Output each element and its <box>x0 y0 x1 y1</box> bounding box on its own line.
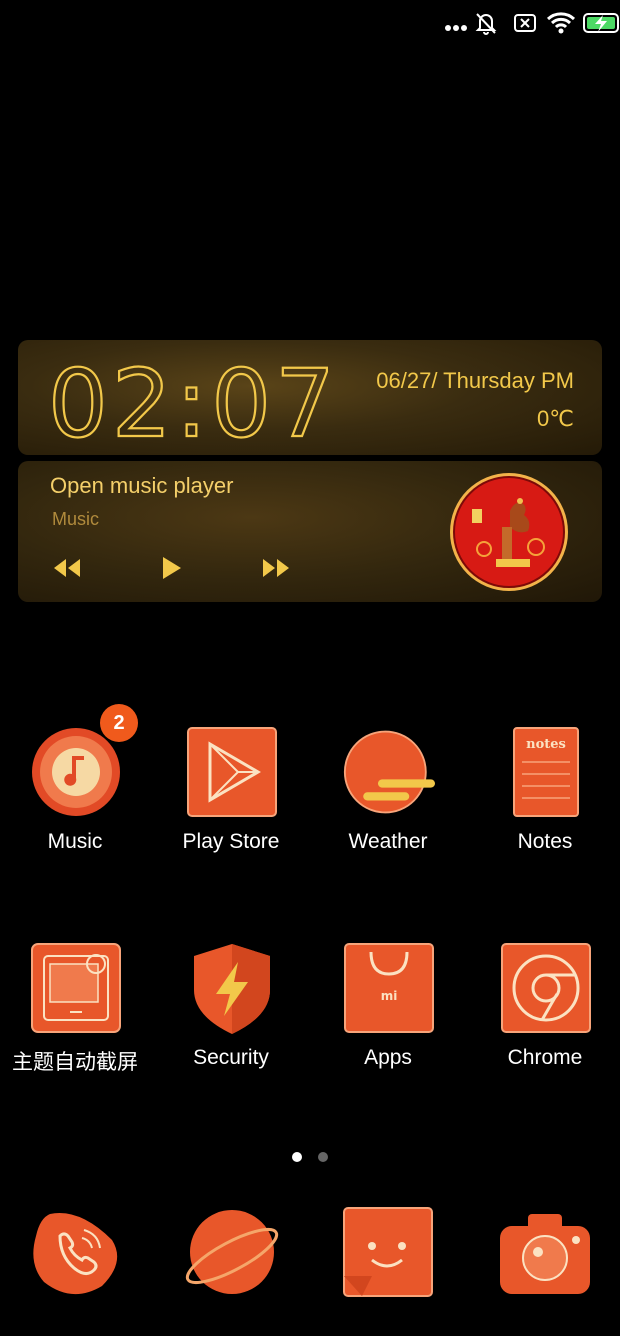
clock-display: 02:07 <box>48 358 338 444</box>
app-label: Chrome <box>507 1046 583 1069</box>
next-icon[interactable] <box>261 553 291 583</box>
music-widget-title[interactable]: Open music player <box>50 473 233 499</box>
app-label: Security <box>193 1046 269 1069</box>
wifi-icon <box>546 12 576 34</box>
play-store-icon[interactable] <box>186 726 278 818</box>
music-widget[interactable]: Open music player Music <box>18 461 602 602</box>
more-dots-icon <box>445 25 467 31</box>
page-dot[interactable] <box>318 1152 328 1162</box>
security-shield-icon[interactable] <box>186 942 278 1034</box>
music-widget-subtitle: Music <box>52 509 100 529</box>
screenshot-theme-icon[interactable] <box>30 942 122 1034</box>
notes-icon[interactable]: notes <box>500 726 592 818</box>
play-icon[interactable] <box>156 553 186 583</box>
alarm-off-icon <box>475 13 497 35</box>
app-label: Notes <box>517 830 573 853</box>
app-label: Apps <box>364 1046 412 1069</box>
page-dot-active[interactable] <box>292 1152 302 1162</box>
mi-apps-bag-icon[interactable]: mi <box>343 942 435 1034</box>
apps-icon-text: mi <box>381 989 398 1003</box>
music-note-icon[interactable] <box>30 726 122 818</box>
app-label: Play Store <box>182 830 280 853</box>
camera-icon[interactable] <box>498 1212 592 1296</box>
clock-date: 06/27/ Thursday PM <box>376 368 574 393</box>
app-label: 主题自动截屏 <box>12 1051 138 1074</box>
weather-sun-icon[interactable] <box>343 726 435 818</box>
clock-temperature: 0℃ <box>537 406 574 431</box>
clock-widget[interactable]: 02:07 06/27/ Thursday PM 0℃ <box>18 340 602 455</box>
previous-icon[interactable] <box>52 553 82 583</box>
album-art[interactable] <box>448 471 570 593</box>
battery-charging-icon <box>583 13 619 33</box>
notification-badge: 2 <box>100 704 138 742</box>
app-label: Weather <box>348 830 428 853</box>
status-bar <box>0 0 620 50</box>
browser-planet-icon[interactable] <box>182 1206 282 1298</box>
messages-icon[interactable] <box>342 1206 434 1298</box>
clock-time: 02:07 <box>48 358 338 444</box>
app-label: Music <box>47 830 103 853</box>
notes-icon-text: notes <box>526 737 566 752</box>
chrome-icon[interactable] <box>500 942 592 1034</box>
no-sim-icon <box>514 14 536 32</box>
phone-icon[interactable] <box>30 1206 122 1298</box>
